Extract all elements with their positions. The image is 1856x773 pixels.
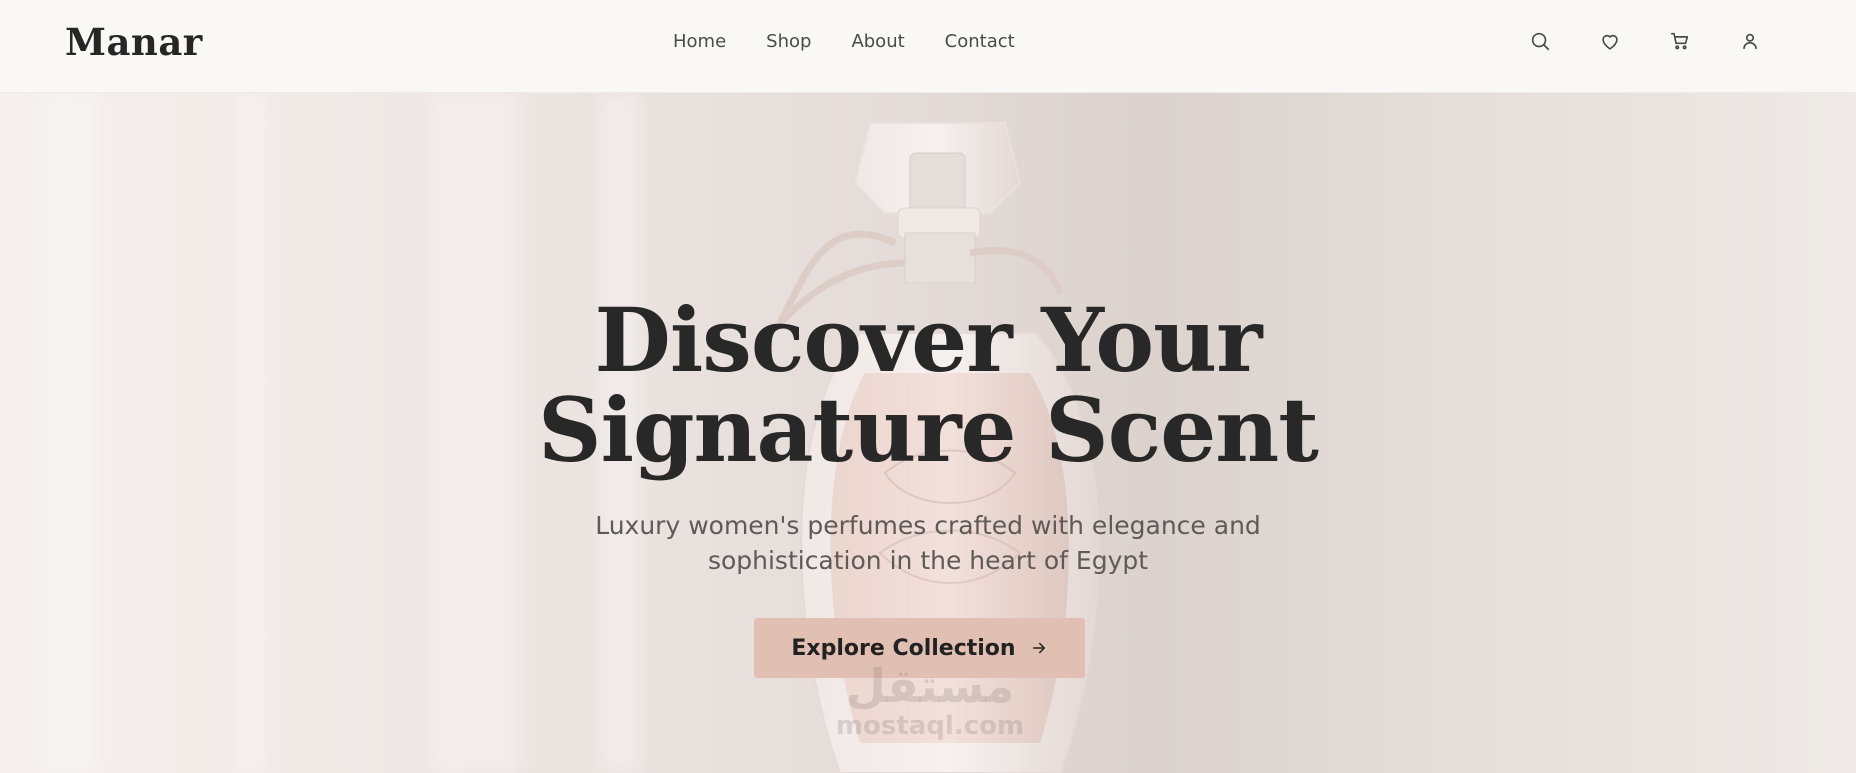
user-icon[interactable] <box>1738 29 1762 53</box>
nav-link-about[interactable]: About <box>851 31 904 52</box>
hero-headline: Discover Your Signature Scent <box>538 288 1319 482</box>
main-menu: Home Shop About Contact <box>673 31 1015 52</box>
nav-link-home[interactable]: Home <box>673 31 726 52</box>
brand-logo[interactable]: Manar <box>65 20 203 64</box>
nav-link-shop[interactable]: Shop <box>766 31 811 52</box>
nav-icon-group <box>1528 29 1762 53</box>
arrow-right-icon <box>1032 642 1045 654</box>
heart-icon[interactable] <box>1598 29 1622 53</box>
watermark-latin: mostaql.com <box>835 711 1025 741</box>
search-icon[interactable] <box>1528 29 1552 53</box>
watermark-arabic: مستقل <box>845 659 1015 713</box>
hero-subtitle: Luxury women's perfumes crafted with ele… <box>595 511 1261 575</box>
top-navbar: Manar Home Shop About Contact <box>0 0 1856 93</box>
cart-icon[interactable] <box>1668 29 1692 53</box>
nav-link-contact[interactable]: Contact <box>945 31 1015 52</box>
cta-label: Explore Collection <box>791 635 1016 661</box>
hero-section: Discover Your Signature Scent Luxury wom… <box>0 93 1856 773</box>
watermark: مستقل mostaql.com <box>800 661 1060 741</box>
